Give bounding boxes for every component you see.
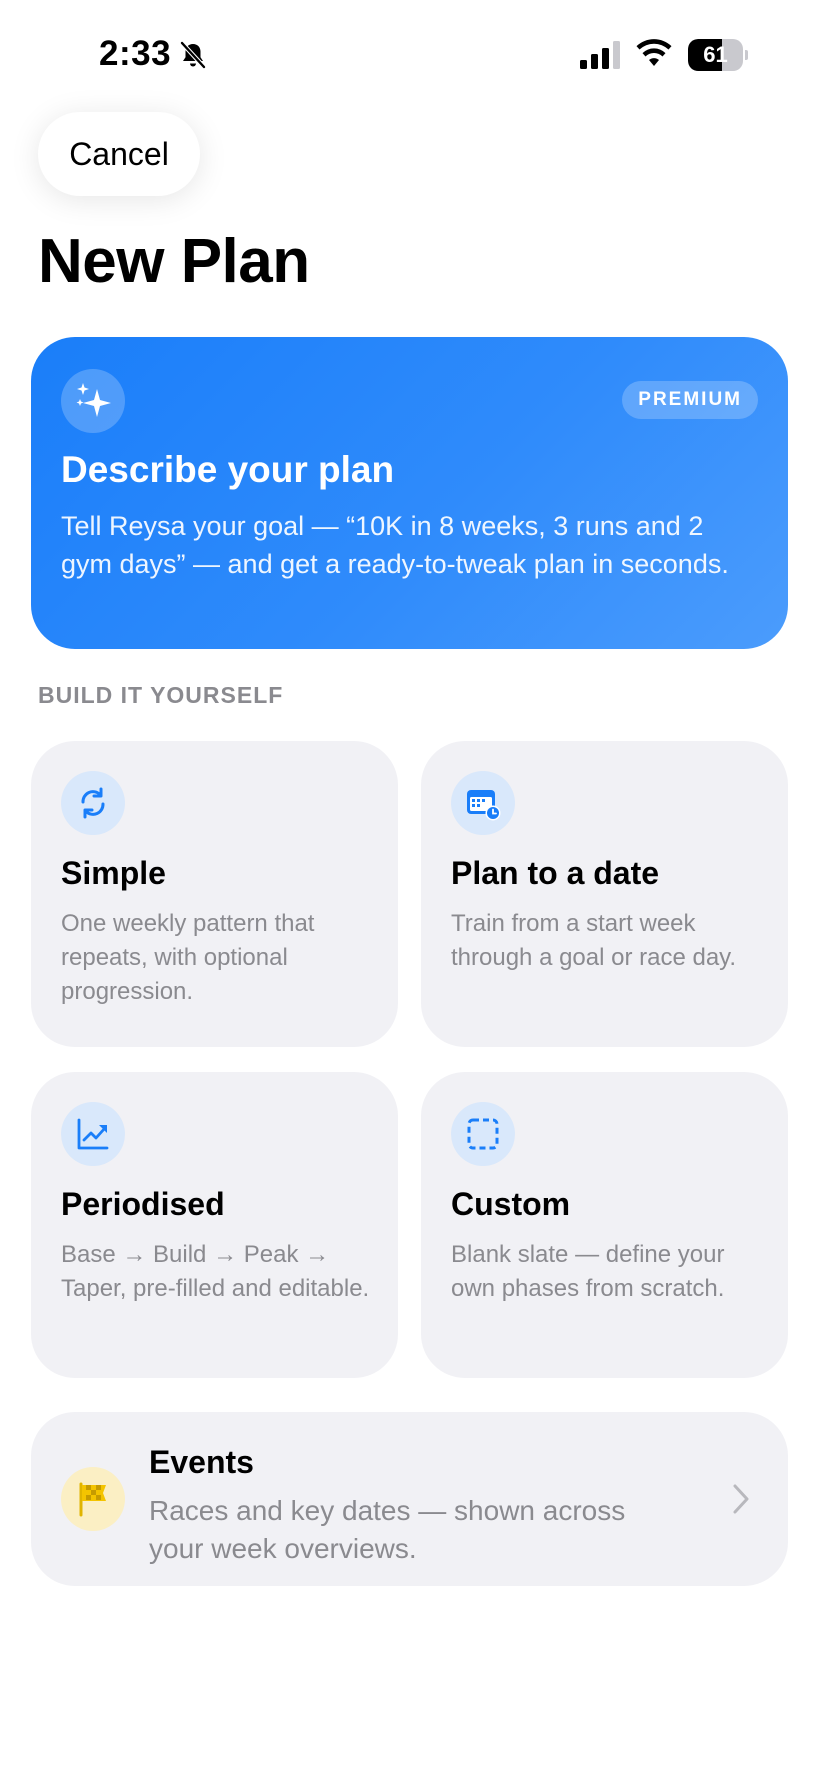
plan-type-plan-to-date[interactable]: Plan to a date Train from a start week t…	[421, 741, 788, 1047]
dashed-square-icon	[467, 1118, 499, 1150]
battery-percentage: 61	[703, 42, 728, 67]
plan-type-custom[interactable]: Custom Blank slate — define your own pha…	[421, 1072, 788, 1378]
bell-slash-icon	[180, 41, 206, 69]
tile-description: Blank slate — define your own phases fro…	[451, 1241, 725, 1302]
cancel-button[interactable]: Cancel	[38, 112, 200, 196]
tile-title: Plan to a date	[451, 855, 660, 891]
trend-chart-icon	[77, 1118, 109, 1150]
tile-description: One weekly pattern that repeats, with op…	[61, 910, 315, 1005]
premium-badge: PREMIUM	[622, 381, 758, 419]
events-description: Races and key dates — shown across your …	[149, 1495, 626, 1564]
premium-card-title: Describe your plan	[61, 449, 395, 490]
tile-icon-circle	[451, 1102, 515, 1166]
tile-title: Periodised	[61, 1186, 225, 1222]
premium-card-description: Tell Reysa your goal — “10K in 8 weeks, …	[61, 511, 729, 579]
events-icon-circle	[61, 1467, 125, 1531]
plan-type-periodised[interactable]: Periodised Base → Build → Peak → Taper, …	[31, 1072, 398, 1378]
events-title: Events	[149, 1444, 254, 1480]
premium-icon-circle	[61, 369, 125, 433]
page-title: New Plan	[38, 227, 310, 296]
plan-type-simple[interactable]: Simple One weekly pattern that repeats, …	[31, 741, 398, 1047]
calendar-clock-icon	[467, 790, 501, 821]
section-header-build: BUILD IT YOURSELF	[38, 682, 284, 708]
sparkles-icon	[76, 383, 111, 417]
repeat-arrows-icon	[81, 787, 105, 819]
wifi-icon	[636, 39, 672, 66]
tile-title: Custom	[451, 1186, 571, 1222]
tile-title: Simple	[61, 855, 166, 891]
tile-description: Base → Build → Peak → Taper, pre-filled …	[61, 1241, 370, 1302]
describe-plan-card[interactable]: PREMIUM Describe your plan Tell Reysa yo…	[31, 337, 788, 649]
checkered-flag-icon	[79, 1482, 106, 1517]
chevron-right-icon	[733, 1484, 749, 1514]
tile-icon-circle	[61, 1102, 125, 1166]
tile-icon-circle	[451, 771, 515, 835]
cellular-signal-icon	[580, 41, 620, 69]
events-row[interactable]: Events Races and key dates — shown acros…	[31, 1412, 788, 1586]
status-time: 2:33	[99, 34, 172, 73]
status-bar: 2:33 61	[0, 0, 820, 110]
tile-description: Train from a start week through a goal o…	[451, 910, 737, 971]
tile-icon-circle	[61, 771, 125, 835]
battery-icon: 61	[688, 39, 748, 71]
